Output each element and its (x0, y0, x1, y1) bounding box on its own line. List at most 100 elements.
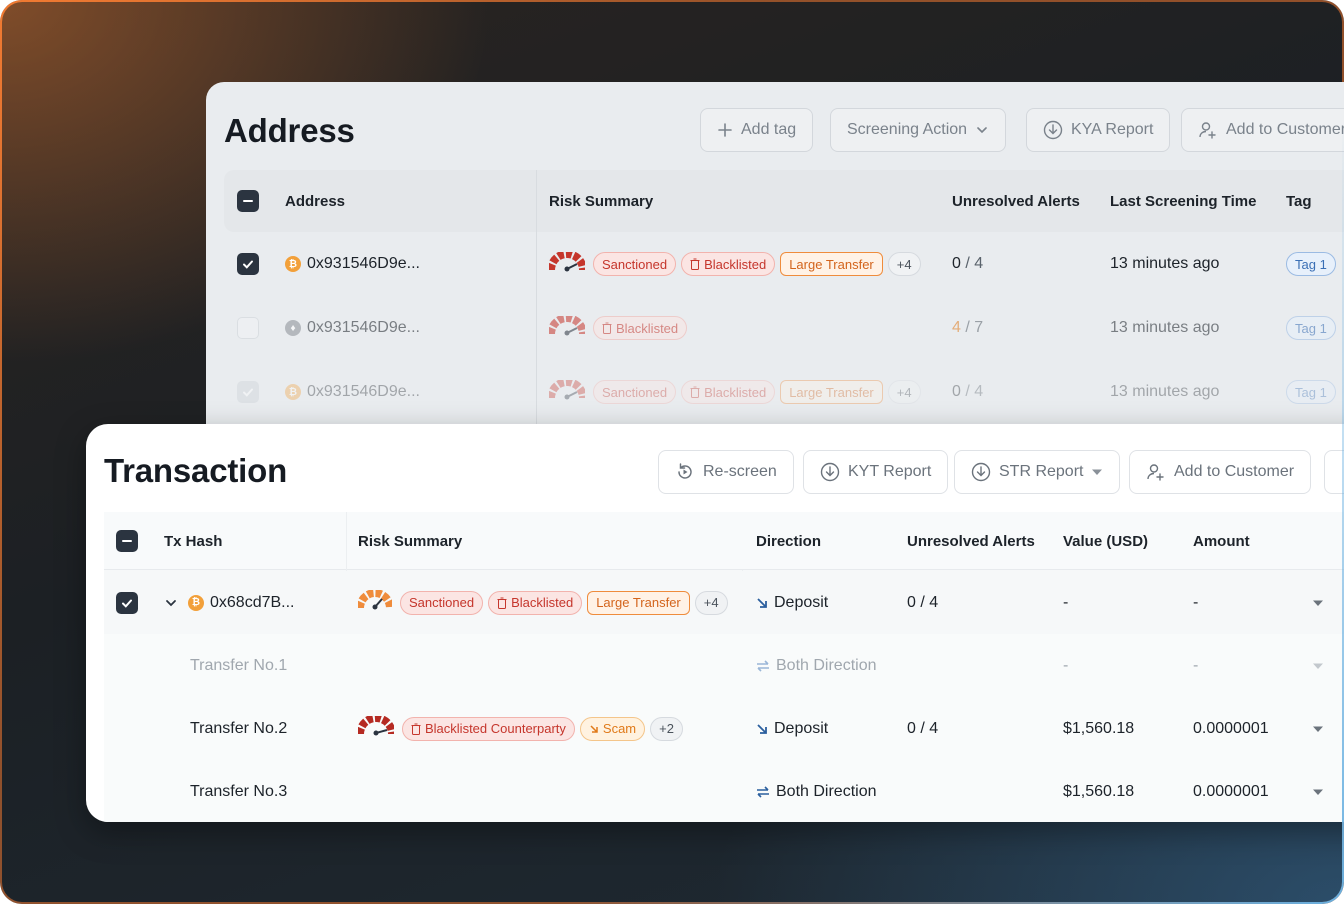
more-tags-badge[interactable]: +4 (694, 590, 728, 615)
trash-icon (690, 386, 700, 398)
bitcoin-icon: ₿ (285, 384, 301, 400)
amount-value: - (1193, 656, 1199, 674)
trash-icon (497, 597, 507, 609)
transfer-name: Transfer No.2 (190, 719, 288, 737)
risk-gauge-icon (547, 377, 587, 405)
col-unresolved-alerts[interactable]: Unresolved Alerts (907, 512, 1035, 570)
kya-report-button[interactable]: KYA Report (1026, 108, 1171, 152)
value-usd: $1,560.18 (1063, 719, 1135, 737)
row-expand-caret-icon[interactable] (1312, 634, 1324, 697)
tag-cell: Tag 1 (1286, 360, 1341, 424)
add-to-customer-button[interactable]: Add to Customer (1181, 108, 1344, 152)
trash-icon (602, 322, 612, 334)
more-tags-badge[interactable]: +4 (887, 380, 921, 404)
alerts-open: 0 (952, 255, 961, 272)
more-actions-button[interactable] (1324, 450, 1344, 494)
screening-time: 13 minutes ago (1110, 319, 1220, 336)
risk-summary-cell: Sanctioned Blacklisted Large Transfer +4 (356, 571, 733, 634)
address-cell[interactable]: ♦ 0x931546D9e... (285, 296, 420, 360)
col-tx-hash[interactable]: Tx Hash (164, 512, 222, 570)
add-user-icon (1146, 462, 1166, 482)
chevron-down-icon[interactable] (164, 596, 178, 610)
deposit-arrow-icon (756, 597, 768, 609)
large-transfer-tag: Large Transfer (780, 252, 883, 276)
address-value: 0x931546D9e... (307, 255, 420, 272)
blacklisted-label: Blacklisted (616, 320, 679, 336)
sanctioned-tag: Sanctioned (593, 380, 677, 404)
address-value: 0x931546D9e... (307, 319, 420, 336)
bitcoin-icon: ₿ (188, 594, 204, 611)
risk-gauge-icon (547, 313, 587, 341)
tag-pill[interactable]: Tag 1 (1286, 380, 1336, 404)
col-value-usd[interactable]: Value (USD) (1063, 512, 1148, 570)
tag-pill[interactable]: Tag 1 (1286, 252, 1336, 276)
table-row[interactable]: ₿ 0x68cd7B... Sanctioned Blacklisted Lar… (104, 571, 1344, 634)
alerts-cell: 0 / 4 (952, 232, 983, 296)
alerts-cell: 0 / 4 (952, 360, 983, 424)
download-icon (820, 462, 840, 482)
value-usd: - (1063, 656, 1069, 674)
more-tags-badge[interactable]: +4 (887, 252, 921, 276)
col-unresolved-alerts[interactable]: Unresolved Alerts (952, 170, 1080, 232)
large-transfer-tag: Large Transfer (587, 590, 690, 615)
direction-value: Both Direction (776, 656, 877, 674)
table-row[interactable]: Transfer No.3 Both Direction $1,560.18 0… (104, 760, 1344, 822)
blacklisted-tag: Blacklisted (593, 316, 688, 340)
table-row[interactable]: ♦ 0x931546D9e... Blacklisted 4 / 7 13 mi… (224, 296, 1344, 360)
blacklisted-tag: Blacklisted (488, 590, 583, 615)
rescreen-icon (675, 462, 695, 482)
screening-action-button[interactable]: Screening Action (830, 108, 1007, 152)
str-report-button[interactable]: STR Report (954, 450, 1121, 494)
col-tag[interactable]: Tag (1286, 170, 1312, 232)
select-all-checkbox[interactable] (116, 512, 138, 570)
kyt-report-label: KYT Report (848, 463, 932, 480)
alerts-value: 0 / 4 (907, 593, 939, 611)
table-row[interactable]: ₿ 0x931546D9e... Sanctioned Blacklisted … (224, 232, 1344, 296)
risk-gauge-icon (547, 249, 587, 277)
tag-pill[interactable]: Tag 1 (1286, 316, 1336, 340)
add-tag-button[interactable]: Add tag (700, 108, 814, 152)
kyt-report-button[interactable]: KYT Report (803, 450, 949, 494)
transaction-table-header: Tx Hash Risk Summary Direction Unresolve… (104, 512, 1344, 570)
alerts-open: 0 (952, 383, 961, 400)
table-row[interactable]: Transfer No.1 Both Direction - - (104, 634, 1344, 697)
col-risk-summary[interactable]: Risk Summary (549, 170, 653, 232)
select-all-checkbox[interactable] (237, 170, 259, 232)
blacklisted-tag: Blacklisted (681, 380, 776, 404)
kya-report-label: KYA Report (1071, 121, 1154, 138)
col-address[interactable]: Address (285, 170, 345, 232)
trash-icon (411, 723, 421, 735)
rescreen-button[interactable]: Re-screen (658, 450, 794, 494)
transaction-panel: Transaction Re-screen KYT Report STR Rep… (86, 424, 1344, 822)
address-cell[interactable]: ₿ 0x931546D9e... (285, 360, 420, 424)
trash-icon (690, 258, 700, 270)
alerts-cell: 4 / 7 (952, 296, 983, 360)
bitcoin-icon: ₿ (285, 256, 301, 272)
add-to-customer-button[interactable]: Add to Customer (1129, 450, 1312, 494)
row-checkbox[interactable] (237, 360, 259, 424)
sanctioned-tag: Sanctioned (400, 590, 484, 615)
row-checkbox[interactable] (116, 571, 138, 634)
more-tags-badge[interactable]: +2 (650, 716, 683, 741)
background-frame: Address Add tag Screening Action KYA Rep… (0, 0, 1344, 904)
alerts-open: 4 (952, 319, 961, 336)
tx-hash-cell[interactable]: ₿ 0x68cd7B... (164, 571, 295, 634)
table-row[interactable]: ₿ 0x931546D9e... Sanctioned Blacklisted … (224, 360, 1344, 424)
both-direction-icon (756, 659, 770, 672)
col-risk-summary[interactable]: Risk Summary (358, 512, 462, 570)
row-expand-caret-icon[interactable] (1312, 760, 1324, 822)
row-checkbox[interactable] (237, 296, 259, 360)
address-panel: Address Add tag Screening Action KYA Rep… (206, 82, 1344, 442)
screening-time: 13 minutes ago (1110, 255, 1220, 272)
col-last-screening-time[interactable]: Last Screening Time (1110, 170, 1256, 232)
table-row[interactable]: Transfer No.2 Blacklisted Counterparty S… (104, 697, 1344, 760)
scam-label: Scam (602, 721, 637, 736)
direction-value: Deposit (774, 593, 829, 611)
col-amount[interactable]: Amount (1193, 512, 1250, 570)
add-tag-label: Add tag (741, 121, 797, 138)
row-checkbox[interactable] (237, 232, 259, 296)
row-expand-caret-icon[interactable] (1312, 571, 1324, 634)
col-direction[interactable]: Direction (756, 512, 821, 570)
address-cell[interactable]: ₿ 0x931546D9e... (285, 232, 420, 296)
row-expand-caret-icon[interactable] (1312, 697, 1324, 760)
